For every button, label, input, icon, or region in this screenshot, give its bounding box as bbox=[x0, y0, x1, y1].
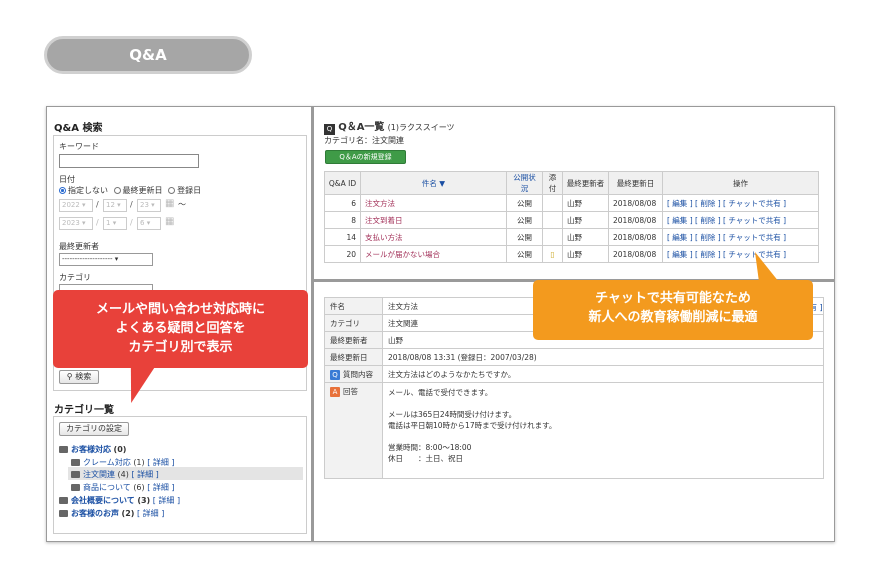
row-actions[interactable]: [ 編集 ] [ 削除 ] [ チャットで共有 ] bbox=[662, 228, 819, 246]
right-callout: チャットで共有可能なため 新人への教育稼働削減に最適 bbox=[533, 280, 813, 340]
date-label: 日付 bbox=[59, 175, 75, 184]
sort-subject-header[interactable]: 件名 ▼ bbox=[360, 171, 507, 195]
tree-item-customer[interactable]: お客様対応 (0) bbox=[59, 444, 126, 455]
radio-registered[interactable] bbox=[168, 187, 176, 194]
folder-icon bbox=[71, 484, 80, 491]
row-actions[interactable]: [ 編集 ] [ 削除 ] [ チャットで共有 ] bbox=[662, 245, 819, 263]
qa-section-pill: Q&A bbox=[44, 36, 252, 74]
folder-icon bbox=[71, 459, 80, 466]
answer-icon: A bbox=[330, 387, 340, 397]
calendar-icon[interactable]: ▦ bbox=[165, 216, 174, 227]
keyword-input[interactable] bbox=[59, 154, 199, 168]
row-subject-link[interactable]: メールが届かない場合 bbox=[360, 245, 507, 263]
row-subject-link[interactable]: 支払い方法 bbox=[360, 228, 507, 246]
tree-item-orders[interactable]: 注文関連 (4) [ 詳細 ] bbox=[71, 469, 159, 480]
row-subject-link[interactable]: 注文方法 bbox=[360, 194, 507, 212]
row-actions[interactable]: [ 編集 ] [ 削除 ] [ チャットで共有 ] bbox=[662, 211, 819, 229]
radio-updated-label: 最終更新日 bbox=[122, 186, 163, 195]
folder-icon bbox=[59, 510, 68, 517]
search-title: Q&A 検索 bbox=[54, 123, 103, 134]
question-icon: Q bbox=[330, 369, 340, 380]
date-from-year[interactable]: 2022 ▾ bbox=[59, 199, 93, 212]
folder-icon bbox=[59, 497, 68, 504]
date-from-month[interactable]: 12 ▾ bbox=[103, 199, 127, 212]
tree-item-products[interactable]: 商品について (6) [ 詳細 ] bbox=[71, 482, 175, 493]
tree-item-voice[interactable]: お客様のお声 (2) [ 詳細 ] bbox=[59, 508, 164, 519]
answer-body: メール、電話で受付できます。 メールは365日24時間受け付けます。 電話は平日朝… bbox=[382, 382, 824, 479]
date-to-year[interactable]: 2023 ▾ bbox=[59, 217, 93, 230]
date-from-day[interactable]: 23 ▾ bbox=[137, 199, 161, 212]
calendar-icon[interactable]: ▦ bbox=[165, 198, 174, 209]
category-settings-button[interactable]: カテゴリの設定 bbox=[59, 422, 129, 436]
list-header: Q Q＆A一覧 (1)ラクススイーツ bbox=[324, 118, 455, 135]
date-to-month[interactable]: 1 ▾ bbox=[103, 217, 127, 230]
updater-label: 最終更新者 bbox=[59, 242, 99, 251]
radio-none[interactable] bbox=[59, 187, 66, 194]
date-radio-group: 指定しない 最終更新日 登録日 bbox=[59, 185, 201, 196]
radio-registered-label: 登録日 bbox=[177, 186, 202, 195]
radio-updated[interactable] bbox=[113, 187, 121, 194]
category-label: カテゴリ bbox=[59, 273, 91, 282]
search-button[interactable]: ⚲ 検索 bbox=[59, 370, 99, 384]
tree-item-company[interactable]: 会社概要について (3) [ 詳細 ] bbox=[59, 495, 180, 506]
date-to-day[interactable]: 6 ▾ bbox=[137, 217, 161, 230]
folder-icon bbox=[59, 446, 68, 453]
table-header: Q&A ID 件名 ▼ 公開状況 添付 最終更新者 最終更新日 操作 bbox=[324, 171, 819, 195]
vertical-divider[interactable] bbox=[311, 107, 314, 541]
list-category-line: カテゴリ名：注文関連 bbox=[324, 136, 404, 145]
row-subject-link[interactable]: 注文到着日 bbox=[360, 211, 507, 229]
new-qa-button[interactable]: Q＆Aの新規登録 bbox=[325, 150, 406, 164]
row-actions[interactable]: [ 編集 ] [ 削除 ] [ チャットで共有 ] bbox=[662, 194, 819, 212]
left-callout: メールや問い合わせ対応時に よくある疑問と回答を カテゴリ別で表示 bbox=[53, 290, 308, 368]
radio-none-label: 指定しない bbox=[68, 186, 108, 195]
date-tilde: 〜 bbox=[178, 200, 186, 209]
tree-item-claims[interactable]: クレーム対応 (1) [ 詳細 ] bbox=[71, 457, 175, 468]
search-icon: ⚲ bbox=[66, 372, 73, 381]
table-row[interactable]: 14 支払い方法 公開 山野 2018/08/08 [ 編集 ] [ 削除 ] … bbox=[324, 228, 819, 246]
table-row[interactable]: 6 注文方法 公開 山野 2018/08/08 [ 編集 ] [ 削除 ] [ … bbox=[324, 194, 819, 212]
attachment-icon[interactable]: ▯ bbox=[542, 245, 563, 263]
folder-icon bbox=[71, 471, 80, 478]
qa-table: Q&A ID 件名 ▼ 公開状況 添付 最終更新者 最終更新日 操作 6 注文方… bbox=[324, 171, 819, 263]
qa-book-icon: Q bbox=[324, 124, 335, 135]
keyword-label: キーワード bbox=[59, 142, 99, 151]
table-row[interactable]: 8 注文到着日 公開 山野 2018/08/08 [ 編集 ] [ 削除 ] [… bbox=[324, 211, 819, 229]
updater-select[interactable]: -------------------- ▾ bbox=[59, 253, 153, 266]
table-row[interactable]: 20 メールが届かない場合 公開 ▯ 山野 2018/08/08 [ 編集 ] … bbox=[324, 245, 819, 263]
category-list-title: カテゴリ一覧 bbox=[54, 405, 114, 416]
